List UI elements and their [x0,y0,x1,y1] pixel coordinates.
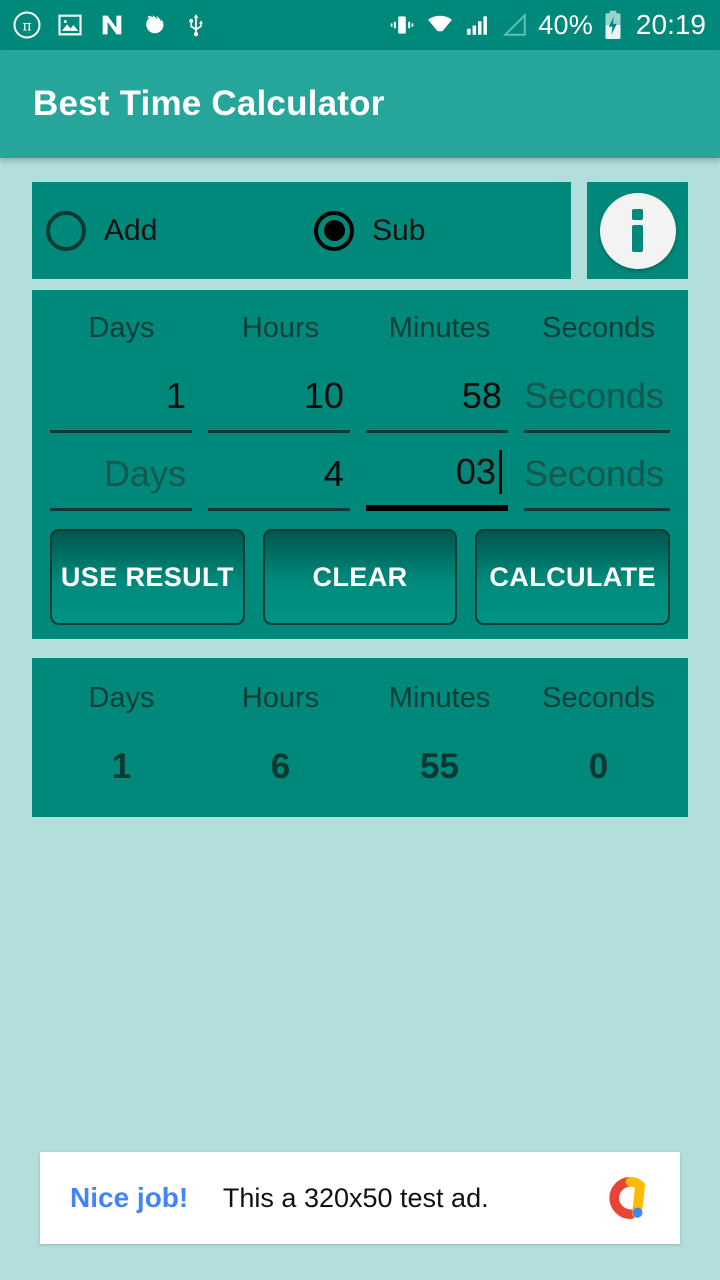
field-row1-hours-value: 10 [303,374,344,416]
signal-empty-icon [503,12,527,36]
signal-bars-icon [467,16,488,35]
mode-row: Add Sub [32,182,688,279]
result-card: Days Hours Minutes Seconds 1 6 55 0 [32,658,688,817]
status-bar: π 40% 20:19 [0,0,720,50]
field-row1-seconds[interactable]: Seconds [516,361,678,433]
field-row1-seconds-placeholder: Seconds [523,374,665,416]
text-cursor [498,450,502,494]
info-bar [632,225,643,252]
field-row2-seconds-placeholder: Seconds [523,452,665,494]
page-title: Best Time Calculator [33,84,385,123]
result-header-hours: Hours [241,682,320,714]
radio-sub-label: Sub [372,213,426,247]
status-bar-right-icons: 40% 20:19 [388,9,706,41]
vibrate-icon [391,16,414,34]
field-row2-hours-value: 4 [323,452,344,494]
info-button[interactable] [587,182,688,279]
input-header-minutes: Minutes [388,312,491,344]
radio-add-label: Add [104,213,158,247]
ad-link[interactable]: Nice job! [70,1182,188,1214]
app-root: π 40% 20:19 Best Time Calculator Add Sub… [0,0,720,1280]
input-header-hours: Hours [241,312,320,344]
radio-add-icon[interactable] [46,210,86,251]
clear-button[interactable]: CLEAR [262,529,458,625]
pi-circle-icon: π [13,11,41,39]
result-days-value: 1 [111,747,132,786]
field-row1-days-value: 1 [165,374,186,416]
usb-icon [189,14,203,37]
info-glyph [632,209,643,252]
wifi-icon [428,15,453,35]
field-row2-minutes-value: 03 [455,451,496,492]
input-header-days: Days [88,312,155,344]
result-header-seconds: Seconds [542,682,655,714]
input-card: Days Hours Minutes Seconds 1 10 58 Secon… [32,290,688,639]
input-row-2: Days 4 03 Seconds [42,439,678,511]
letter-n-icon [102,15,122,35]
result-seconds-value: 0 [588,747,609,786]
result-minutes-value: 55 [420,747,459,786]
battery-charging-icon [605,10,621,39]
result-header-days: Days [88,682,155,714]
input-row-1: 1 10 58 Seconds [42,361,678,433]
field-row2-days-placeholder: Days [103,452,186,494]
input-header-seconds: Seconds [542,312,655,344]
ad-body-text: This a 320x50 test ad. [222,1182,489,1213]
info-icon [599,192,676,269]
status-bar-left-icons: π [12,10,209,40]
result-value-row: 1 6 55 0 [42,731,678,787]
result-hours-value: 6 [270,747,291,786]
field-row1-days[interactable]: 1 [42,361,200,433]
result-header-row: Days Hours Minutes Seconds [42,672,678,731]
firefox-icon [146,13,164,33]
main-content: Add Sub Days Hours Minutes Seconds 1 10 … [0,158,720,817]
field-row1-hours[interactable]: 10 [200,361,358,433]
battery-percent-label: 40% [538,9,593,40]
use-result-button[interactable]: USE RESULT [50,529,245,625]
ad-banner[interactable]: Nice job! This a 320x50 test ad. [40,1152,680,1244]
radio-sub-icon[interactable] [314,210,354,251]
app-bar: Best Time Calculator [0,50,720,158]
field-row2-days[interactable]: Days [42,439,200,511]
calculate-button[interactable]: CALCULATE [475,529,671,625]
image-icon [58,14,82,36]
action-button-row: USE RESULT CLEAR CALCULATE [42,529,678,625]
field-row2-minutes[interactable]: 03 [358,439,516,511]
input-header-row: Days Hours Minutes Seconds [42,302,678,361]
field-row2-seconds[interactable]: Seconds [516,439,678,511]
status-bar-clock: 20:19 [635,9,706,40]
radio-option-add[interactable]: Add [46,210,314,251]
admob-logo-icon [609,1176,646,1220]
mode-radio-group: Add Sub [32,182,571,279]
result-header-minutes: Minutes [388,682,491,714]
field-row1-minutes[interactable]: 58 [358,361,516,433]
info-dot [632,209,643,220]
field-row2-hours[interactable]: 4 [200,439,358,511]
field-row1-minutes-value: 58 [461,374,502,416]
svg-text:π: π [22,19,31,35]
radio-option-sub[interactable]: Sub [314,210,426,251]
